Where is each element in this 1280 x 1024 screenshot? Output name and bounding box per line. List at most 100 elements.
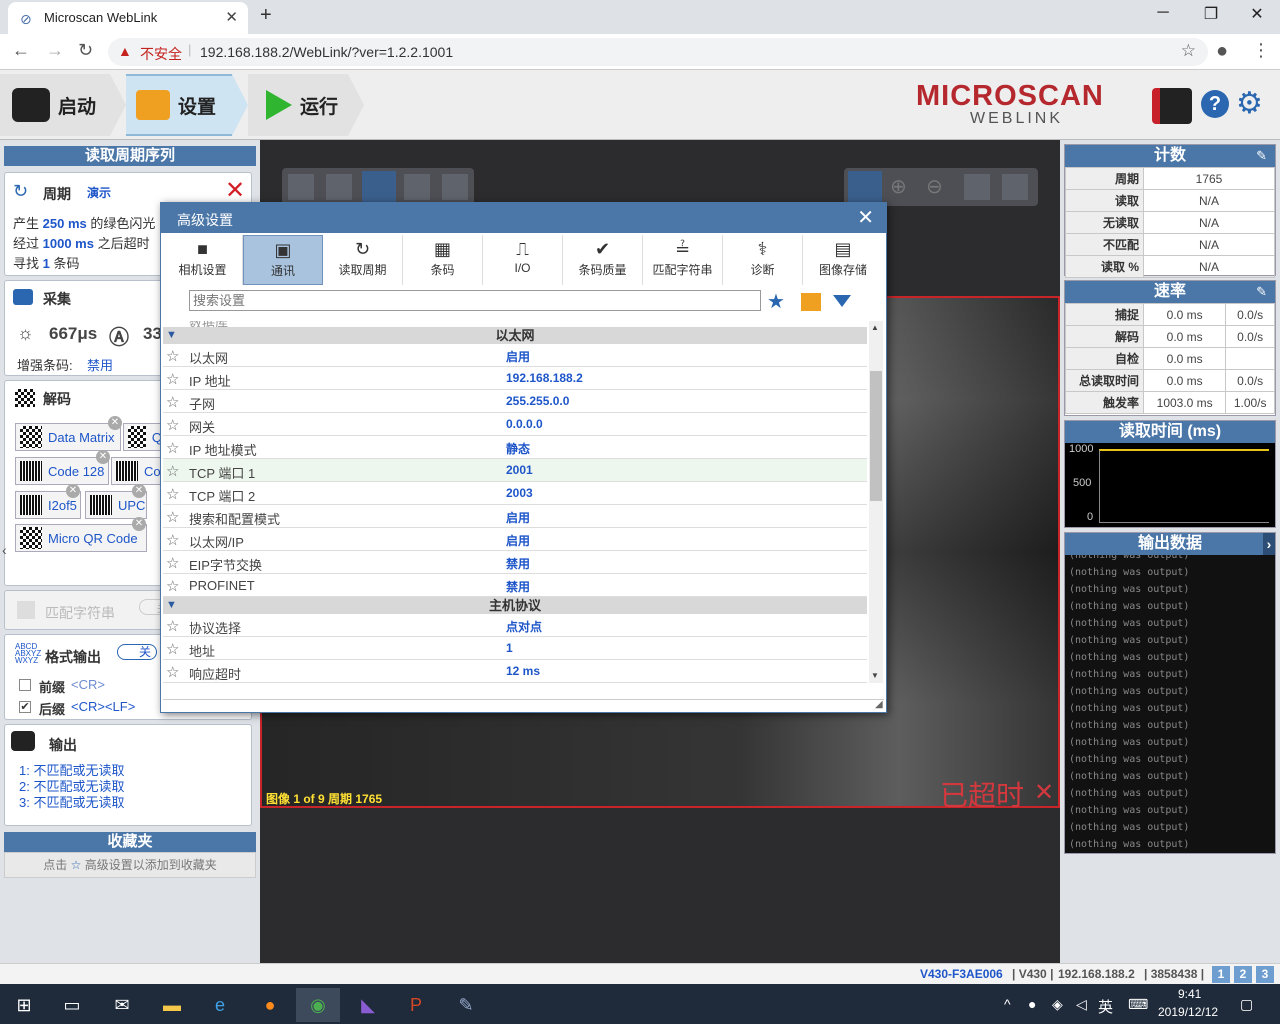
setting-row[interactable]: ☆ 地址 1: [163, 637, 867, 660]
output-item[interactable]: 1: 不匹配或无读取: [19, 763, 124, 779]
enhance-value[interactable]: 禁用: [87, 355, 113, 374]
powerpoint-icon[interactable]: P: [394, 988, 438, 1022]
save-device-icon[interactable]: [1152, 88, 1192, 124]
cycle-close-icon[interactable]: ✕: [225, 176, 245, 205]
image-tool-active-icon[interactable]: [362, 171, 396, 203]
wechat-icon[interactable]: ●: [1028, 996, 1036, 1012]
help-icon[interactable]: ?: [1201, 90, 1229, 118]
tab-camera-settings[interactable]: ■ 相机设置: [163, 235, 243, 285]
expand-output-icon[interactable]: ›: [1263, 533, 1275, 555]
setting-row[interactable]: ☆ 搜索和配置模式 启用: [163, 505, 867, 528]
favorite-star-icon[interactable]: ☆: [166, 531, 179, 549]
security-icon[interactable]: ◈: [1052, 996, 1063, 1013]
reload-icon[interactable]: ↻: [78, 40, 93, 61]
format-output-toggle[interactable]: 关: [117, 644, 157, 660]
favorite-star-icon[interactable]: ☆: [166, 617, 179, 635]
settings-search-input[interactable]: [189, 290, 761, 311]
reset-counts-icon[interactable]: ✎: [1256, 145, 1267, 167]
symbol-chip-upc[interactable]: UPC ✕: [85, 484, 147, 519]
group-header-host-protocol[interactable]: ▼ 主机协议: [163, 597, 867, 614]
nav-run-button[interactable]: 运行: [248, 74, 348, 136]
clock-date[interactable]: 2019/12/12: [1158, 1005, 1218, 1019]
notification-icon[interactable]: ▢: [1240, 996, 1253, 1013]
prefix-checkbox[interactable]: [19, 679, 31, 691]
suffix-value[interactable]: <CR><LF>: [71, 699, 135, 714]
page-button-2[interactable]: 2: [1234, 966, 1252, 983]
scrollbar-thumb[interactable]: [870, 371, 882, 501]
setting-row-highlighted[interactable]: ☆ TCP 端口 1 2001: [163, 459, 867, 482]
nav-start-button[interactable]: 启动: [0, 74, 110, 136]
favorite-star-icon[interactable]: ☆: [166, 370, 179, 388]
firefox-icon[interactable]: ●: [248, 988, 292, 1022]
bookmark-star-icon[interactable]: ☆: [1181, 41, 1196, 61]
favorite-star-icon[interactable]: ☆: [166, 508, 179, 526]
modified-filter-icon[interactable]: [801, 293, 821, 311]
setting-row[interactable]: ☆ 网关 0.0.0.0: [163, 413, 867, 436]
group-header-ethernet[interactable]: ▼ 以太网: [163, 327, 867, 344]
filter-dropdown-icon[interactable]: [833, 295, 851, 307]
tab-io[interactable]: ⎍ I/O: [483, 235, 563, 285]
symbol-chip-code-39[interactable]: Co: [111, 457, 163, 485]
file-explorer-icon[interactable]: ▬: [150, 988, 194, 1022]
scroll-up-icon[interactable]: ▲: [871, 323, 879, 332]
collapse-left-icon[interactable]: ‹: [2, 542, 7, 558]
tab-read-cycle[interactable]: ↻ 读取周期: [323, 235, 403, 285]
close-window-icon[interactable]: ✕: [1234, 4, 1280, 24]
setting-row[interactable]: ☆ EIP字节交换 禁用: [163, 551, 867, 574]
setting-row[interactable]: ☆ 协议选择 点对点: [163, 614, 867, 637]
image-tool-icon[interactable]: [288, 174, 314, 200]
settings-scrollbar[interactable]: ▲ ▼: [869, 321, 883, 683]
setting-row[interactable]: ☆ IP 地址 192.168.188.2: [163, 367, 867, 390]
favorite-star-icon[interactable]: ☆: [166, 439, 179, 457]
dialog-close-icon[interactable]: ✕: [857, 205, 874, 230]
setting-row[interactable]: ☆ IP 地址模式 静态: [163, 436, 867, 459]
chrome-icon[interactable]: ◉: [296, 988, 340, 1022]
setting-row[interactable]: ☆ TCP 端口 2 2003: [163, 482, 867, 505]
symbol-chip-qr[interactable]: Q: [123, 423, 163, 451]
favorite-star-icon[interactable]: ☆: [166, 462, 179, 480]
image-tool-icon[interactable]: [326, 174, 352, 200]
tab-image-storage[interactable]: ▤ 图像存储: [803, 235, 883, 285]
symbol-chip-code-128[interactable]: Code 128 ✕: [15, 450, 110, 485]
favorite-star-icon[interactable]: ☆: [166, 554, 179, 572]
symbol-chip-micro-qr[interactable]: Micro QR Code ✕: [15, 517, 147, 552]
remove-chip-icon[interactable]: ✕: [96, 450, 110, 464]
mail-icon[interactable]: ✉: [100, 988, 144, 1022]
forward-icon[interactable]: →: [46, 40, 64, 61]
clock-time[interactable]: 9:41: [1178, 987, 1201, 1001]
resize-grip-icon[interactable]: ◢: [875, 699, 883, 710]
zoom-in-icon[interactable]: ⊕: [890, 174, 907, 199]
address-bar[interactable]: ▲ 不安全 | 192.168.188.2/WebLink/?ver=1.2.2…: [108, 38, 1208, 66]
setting-row[interactable]: ☆ 响应超时 12 ms: [163, 660, 867, 683]
tab-communication[interactable]: ▣ 通讯: [243, 235, 323, 285]
favorite-star-icon[interactable]: ☆: [166, 416, 179, 434]
save-image-icon[interactable]: [1002, 174, 1028, 200]
cycle-mode[interactable]: 演示: [87, 184, 111, 201]
setting-row[interactable]: ☆ 子网 255.255.0.0: [163, 390, 867, 413]
setting-row[interactable]: ☆ PROFINET 禁用: [163, 574, 867, 597]
browser-tab[interactable]: ⊘ Microscan WebLink ✕: [8, 2, 248, 34]
menu-dots-icon[interactable]: ⋮: [1252, 40, 1270, 61]
reset-rate-icon[interactable]: ✎: [1256, 281, 1267, 303]
setting-row[interactable]: ☆ 以太网 启用: [163, 344, 867, 367]
favorite-star-icon[interactable]: ☆: [166, 640, 179, 658]
tab-symbol-quality[interactable]: ✔ 条码质量: [563, 235, 643, 285]
restore-icon[interactable]: ❐: [1188, 4, 1234, 24]
paint-icon[interactable]: ✎: [444, 988, 488, 1022]
new-tab-icon[interactable]: +: [260, 4, 272, 27]
back-icon[interactable]: ←: [12, 40, 30, 61]
tab-diagnostics[interactable]: ⚕ 诊断: [723, 235, 803, 285]
zoom-out-icon[interactable]: ⊖: [926, 174, 943, 199]
remove-chip-icon[interactable]: ✕: [66, 484, 80, 498]
minimize-icon[interactable]: ─: [1140, 4, 1186, 22]
tray-chevron-icon[interactable]: ^: [1004, 996, 1011, 1012]
favorite-star-icon[interactable]: ☆: [166, 577, 179, 595]
task-view-icon[interactable]: ▭: [50, 988, 94, 1022]
output-item[interactable]: 2: 不匹配或无读取: [19, 779, 124, 795]
scroll-down-icon[interactable]: ▼: [871, 671, 879, 680]
output-item[interactable]: 3: 不匹配或无读取: [19, 795, 124, 811]
remove-chip-icon[interactable]: ✕: [132, 517, 146, 531]
ime-indicator[interactable]: 英: [1098, 996, 1113, 1017]
windows-start-icon[interactable]: ⊞: [2, 988, 46, 1022]
output-section[interactable]: 输出 1: 不匹配或无读取 2: 不匹配或无读取 3: 不匹配或无读取: [4, 724, 252, 826]
